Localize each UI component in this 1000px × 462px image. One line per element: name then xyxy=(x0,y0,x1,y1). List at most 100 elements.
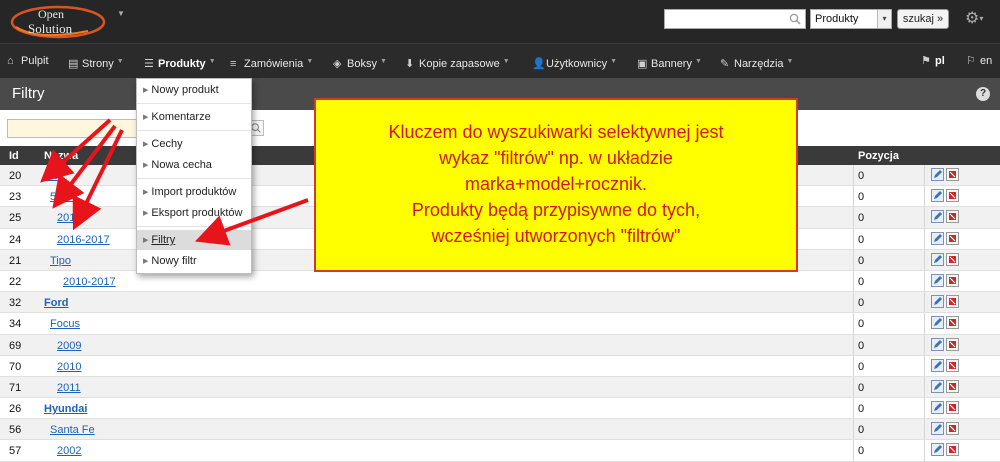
edit-icon[interactable] xyxy=(931,231,944,245)
row-id: 24 xyxy=(9,233,22,246)
row-name-link[interactable]: 500X xyxy=(50,191,76,203)
row-name-link[interactable]: Fiat xyxy=(44,170,64,182)
search-scope-select[interactable]: Produkty ▾ xyxy=(810,9,892,29)
row-name-link[interactable]: Santa Fe xyxy=(50,424,95,436)
table-row: 69 2009 0 xyxy=(0,334,1000,356)
edit-icon[interactable] xyxy=(931,168,944,181)
edit-icon[interactable] xyxy=(931,316,944,330)
menu-item-label: Nowa cecha xyxy=(151,159,212,171)
row-name-link[interactable]: 2002 xyxy=(57,445,81,457)
delete-icon[interactable] xyxy=(946,231,959,245)
edit-icon[interactable] xyxy=(931,379,944,393)
edit-icon[interactable] xyxy=(931,210,944,224)
row-id: 56 xyxy=(9,424,22,437)
row-name-link[interactable]: Hyundai xyxy=(44,403,87,415)
delete-icon[interactable] xyxy=(946,273,959,287)
nav-zamowienia[interactable]: ≡ Zamówienia ▼ xyxy=(230,44,313,79)
edit-icon[interactable] xyxy=(931,401,944,415)
menu-item-filtry[interactable]: ▶ Filtry xyxy=(137,230,251,250)
chevron-down-icon[interactable]: ▾ xyxy=(877,10,891,28)
edit-icon[interactable] xyxy=(931,358,944,372)
row-name-link[interactable]: Focus xyxy=(50,318,80,330)
menu-item-label: Eksport produktów xyxy=(151,207,243,219)
menu-item-import-produkt-w[interactable]: ▶ Import produktów xyxy=(137,182,251,202)
delete-icon[interactable] xyxy=(946,358,959,372)
row-actions xyxy=(931,189,961,203)
delete-icon[interactable] xyxy=(946,337,959,351)
menu-item-eksport-produkt-w[interactable]: ▶ Eksport produktów xyxy=(137,203,251,223)
column-divider xyxy=(924,376,925,398)
row-actions xyxy=(931,273,961,287)
settings-gear-icon[interactable]: ⚙▾ xyxy=(965,10,993,28)
col-name-header[interactable]: Nazwa xyxy=(44,150,78,162)
row-name-link[interactable]: 2015 xyxy=(57,212,81,224)
delete-icon[interactable] xyxy=(946,210,959,224)
column-divider xyxy=(853,249,854,270)
search-button[interactable]: szukaj » xyxy=(897,9,949,29)
menu-item-label: Nowy filtr xyxy=(151,255,197,267)
menu-item-komentarze[interactable]: ▶ Komentarze xyxy=(137,107,251,127)
delete-icon[interactable] xyxy=(946,295,959,309)
menu-item-cechy[interactable]: ▶ Cechy xyxy=(137,134,251,154)
open-solution-logo[interactable]: Open Solution xyxy=(8,3,118,40)
name-filter-input[interactable] xyxy=(7,119,137,138)
row-name-link[interactable]: 2016-2017 xyxy=(57,234,110,246)
edit-icon[interactable] xyxy=(931,189,944,203)
col-position-header[interactable]: Pozycja xyxy=(858,150,899,162)
row-name-link[interactable]: 2009 xyxy=(57,340,81,352)
lang-pl[interactable]: ⚑ pl xyxy=(921,44,945,79)
nav-kopie-zapasowe[interactable]: ⬇ Kopie zapasowe ▼ xyxy=(405,44,510,79)
edit-icon[interactable] xyxy=(931,252,944,266)
row-name-link[interactable]: Ford xyxy=(44,297,68,309)
table-row: 70 2010 0 xyxy=(0,355,1000,377)
nav-pulpit[interactable]: ⌂ Pulpit xyxy=(7,44,49,79)
nav-produkty[interactable]: ☰ Produkty ▼ xyxy=(144,44,216,79)
delete-icon[interactable] xyxy=(946,422,959,436)
nav-bannery[interactable]: ▣ Bannery ▼ xyxy=(637,44,702,79)
row-name-link[interactable]: 2010 xyxy=(57,361,81,373)
nav-uzytkownicy[interactable]: 👤Użytkownicy ▼ xyxy=(532,44,617,79)
row-id: 22 xyxy=(9,275,22,288)
delete-icon[interactable] xyxy=(946,168,959,181)
column-divider xyxy=(853,186,854,207)
search-box[interactable] xyxy=(664,9,806,29)
edit-icon[interactable] xyxy=(931,295,944,309)
menu-item-nowy-filtr[interactable]: ▶ Nowy filtr xyxy=(137,251,251,271)
logo-menu-caret-icon[interactable]: ▼ xyxy=(117,9,125,18)
nav-narzedzia[interactable]: ✎ Narzędzia ▼ xyxy=(720,44,793,79)
row-name-link[interactable]: 2010-2017 xyxy=(63,276,116,288)
row-name-link[interactable]: Tipo xyxy=(50,255,71,267)
column-divider xyxy=(853,270,854,292)
menu-item-nowa-cecha[interactable]: ▶ Nowa cecha xyxy=(137,155,251,175)
lang-en[interactable]: ⚐ en xyxy=(966,44,992,79)
delete-icon[interactable] xyxy=(946,252,959,266)
nav-boksy[interactable]: ◈ Boksy ▼ xyxy=(333,44,387,79)
table-row: 56 Santa Fe 0 xyxy=(0,419,1000,441)
flag-icon: ⚑ xyxy=(921,55,931,67)
top-header: Open Solution ▼ Produkty ▾ szukaj » ⚙▾ xyxy=(0,0,1000,43)
edit-icon[interactable] xyxy=(931,273,944,287)
row-position: 0 xyxy=(858,318,865,331)
row-name-link[interactable]: 2011 xyxy=(57,382,81,394)
delete-icon[interactable] xyxy=(946,401,959,415)
help-icon[interactable]: ? xyxy=(976,87,990,101)
row-actions xyxy=(931,295,961,309)
delete-icon[interactable] xyxy=(946,443,959,457)
menu-separator xyxy=(137,130,251,131)
search-input[interactable] xyxy=(665,10,783,28)
row-actions xyxy=(931,168,961,181)
row-position: 0 xyxy=(858,297,865,310)
col-id-header[interactable]: Id xyxy=(9,150,19,162)
edit-icon[interactable] xyxy=(931,422,944,436)
table-row: 34 Focus 0 xyxy=(0,313,1000,335)
edit-icon[interactable] xyxy=(931,337,944,351)
edit-icon[interactable] xyxy=(931,443,944,457)
row-id: 32 xyxy=(9,297,22,310)
nav-strony[interactable]: ▤ Strony ▼ xyxy=(68,44,124,79)
delete-icon[interactable] xyxy=(946,189,959,203)
delete-icon[interactable] xyxy=(946,379,959,393)
delete-icon[interactable] xyxy=(946,316,959,330)
menu-item-nowy-produkt[interactable]: ▶ Nowy produkt xyxy=(137,80,251,100)
produkty-dropdown-menu: ▶ Nowy produkt ▶ Komentarze ▶ Cechy ▶ Nowa cech… xyxy=(136,78,252,274)
search-icon[interactable] xyxy=(789,13,801,25)
